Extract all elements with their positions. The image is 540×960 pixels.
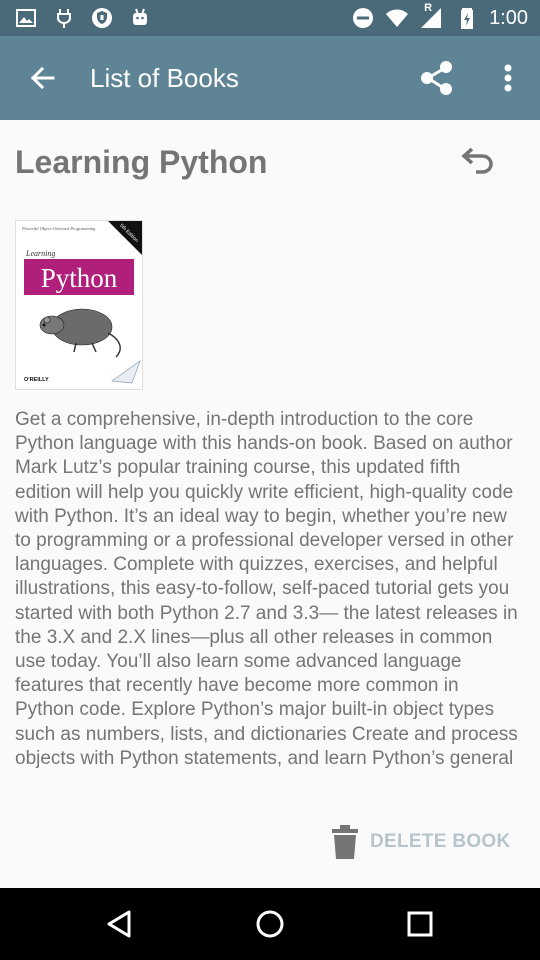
- status-right-icons: R 1:00: [351, 2, 528, 30]
- book-title: Learning Python: [15, 144, 268, 180]
- shield-icon: [92, 8, 112, 28]
- android-icon: [133, 8, 147, 25]
- signal-icon: R: [419, 2, 445, 30]
- more-vert-icon[interactable]: [484, 54, 532, 102]
- cover-subtitle: Learning: [25, 249, 55, 258]
- nav-back-icon[interactable]: [96, 900, 144, 948]
- delete-book-button[interactable]: DELETE BOOK: [330, 820, 511, 864]
- nav-home-icon[interactable]: [246, 900, 294, 948]
- trash-icon: [332, 825, 358, 859]
- nav-recents-icon[interactable]: [396, 900, 444, 948]
- wifi-icon: [386, 9, 409, 27]
- do-not-disturb-icon: [353, 8, 374, 28]
- cover-series: Powerful Object-Oriented Programming: [21, 226, 96, 231]
- cover-name: Python: [41, 263, 118, 293]
- arrow-back-icon[interactable]: [18, 54, 66, 102]
- status-time: 1:00: [489, 7, 528, 29]
- cover-publisher: O'REILLY: [24, 377, 49, 383]
- usb-plug-icon: [57, 9, 71, 28]
- battery-charging-icon: [461, 8, 474, 29]
- delete-book-label: DELETE BOOK: [370, 831, 511, 852]
- status-bar: R 1:00: [0, 0, 540, 36]
- page-title: List of Books: [90, 63, 239, 93]
- share-icon[interactable]: [412, 54, 460, 102]
- app-bar: List of Books: [0, 36, 540, 120]
- undo-icon[interactable]: [452, 138, 500, 186]
- status-left-icons: [14, 6, 152, 30]
- signal-roaming-label: R: [424, 2, 433, 14]
- book-detail: Learning Python 5th Edition Powerful Obj…: [0, 120, 540, 888]
- book-cover-image: 5th Edition Powerful Object-Oriented Pro…: [15, 220, 143, 390]
- system-nav-bar: [0, 888, 540, 960]
- book-description: Get a comprehensive, in-depth introducti…: [15, 409, 518, 769]
- image-icon: [16, 9, 36, 27]
